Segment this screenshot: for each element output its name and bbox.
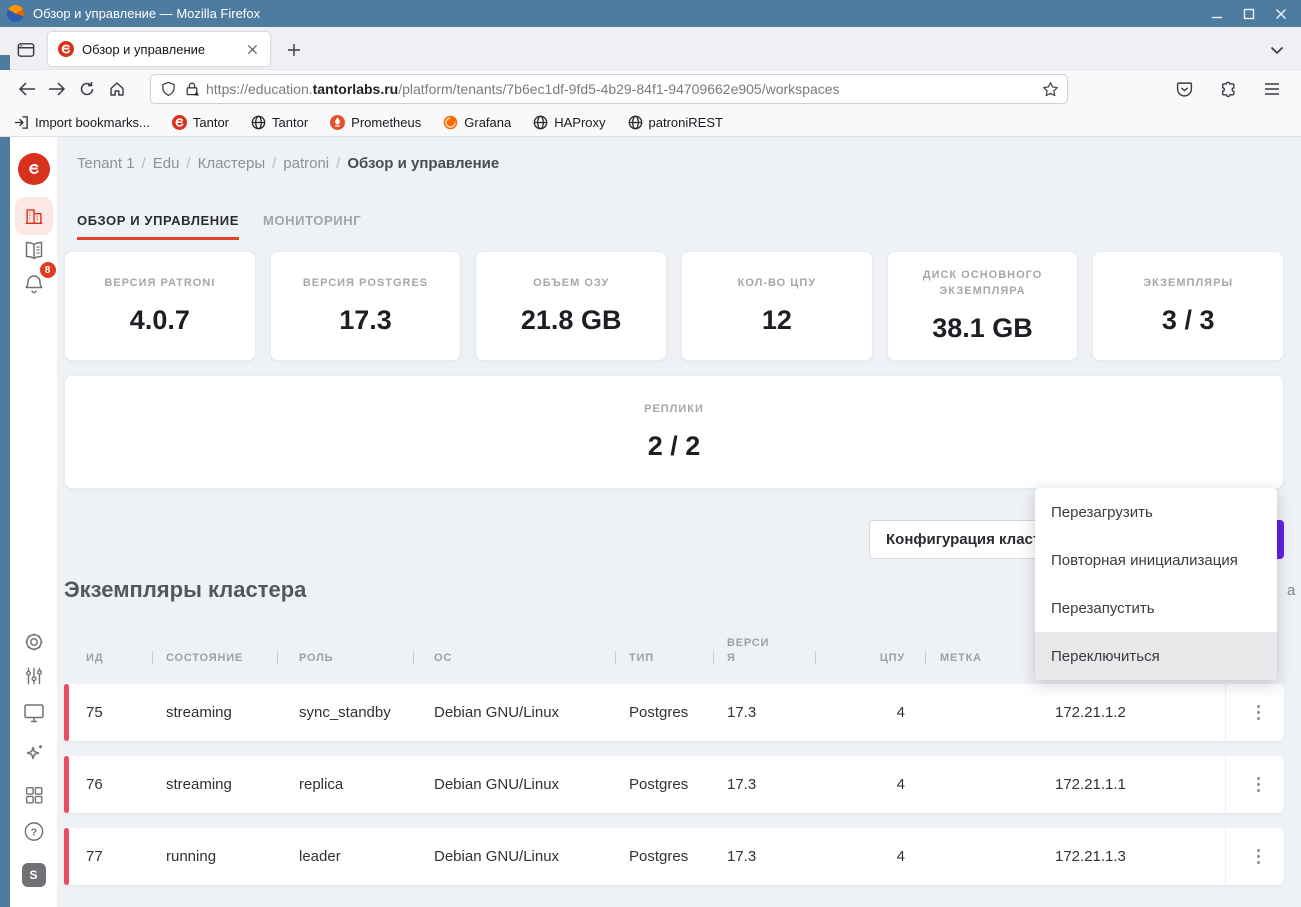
page-tabs: ОБЗОР И УПРАВЛЕНИЕ МОНИТОРИНГ [77,213,361,240]
sidebar-item-docs[interactable] [22,240,46,262]
sparkles-icon [22,741,46,765]
navigation-toolbar: https://education.tantorlabs.ru/platform… [0,70,1301,108]
sidebar-item-notifications[interactable]: 8 [19,269,49,299]
tantor-favicon-icon [58,41,74,57]
menu-item-restart[interactable]: Перезапустить [1035,584,1277,632]
table-row[interactable]: 77 running leader Debian GNU/Linux Postg… [64,828,1284,885]
sidebar-item-infrastructure[interactable] [15,197,53,235]
table-row[interactable]: 76 streaming replica Debian GNU/Linux Po… [64,756,1284,813]
app-sidebar: 8 ? S [10,137,57,907]
help-icon: ? [22,820,45,843]
tab-close-icon[interactable] [242,39,262,59]
forward-icon[interactable] [42,75,72,103]
stat-card-cpu: КОЛ-ВО ЦПУ12 [681,251,873,361]
import-icon [14,115,29,130]
reload-icon[interactable] [72,75,102,103]
breadcrumb-cluster[interactable]: patroni [283,155,329,172]
minimize-button[interactable] [1209,6,1225,22]
url-text: https://education.tantorlabs.ru/platform… [206,81,1042,97]
stat-card-postgres-version: ВЕРСИЯ POSTGRES17.3 [270,251,462,361]
breadcrumb-tenant[interactable]: Tenant 1 [77,155,135,172]
close-button[interactable] [1273,6,1289,22]
row-actions-kebab-icon[interactable] [1247,828,1269,885]
prometheus-icon [330,115,345,130]
bookmark-prometheus[interactable]: Prometheus [330,115,421,130]
sidebar-item-hosts[interactable] [22,702,46,724]
clipped-text-fragment: а [1287,582,1295,599]
bookmark-star-icon[interactable] [1042,81,1059,98]
gear-icon [22,630,46,654]
window-frame-edge [0,55,10,70]
browser-tab[interactable]: Обзор и управление [48,32,270,66]
cluster-actions-menu: Перезагрузить Повторная инициализация Пе… [1035,488,1277,680]
breadcrumb: Tenant 1/ Edu/ Кластеры/ patroni/ Обзор … [77,155,499,172]
sidebar-item-apps[interactable] [23,784,45,806]
stat-card-ram: ОБЪЕМ ОЗУ21.8 GB [475,251,667,361]
lock-icon[interactable] [184,81,200,97]
firefox-logo-icon [7,5,24,22]
sidebar-item-help[interactable]: ? [22,820,45,843]
stat-card-patroni-version: ВЕРСИЯ PATRONI4.0.7 [64,251,256,361]
menu-item-reinit[interactable]: Повторная инициализация [1035,536,1277,584]
tab-monitoring[interactable]: МОНИТОРИНГ [263,213,361,240]
bookmarks-toolbar: Import bookmarks... Tantor Tantor Promet… [0,108,1301,137]
tab-title: Обзор и управление [82,42,242,57]
list-tabs-chevron-icon[interactable] [1264,38,1290,62]
bookmark-tantor[interactable]: Tantor [172,115,229,130]
maximize-button[interactable] [1241,6,1257,22]
monitor-icon [22,702,46,724]
stat-card-replicas: РЕПЛИКИ 2 / 2 [64,375,1284,489]
sliders-icon [23,664,45,688]
menu-item-switchover[interactable]: Переключиться [1035,632,1277,680]
new-tab-button[interactable] [281,37,307,63]
notifications-badge: 8 [40,262,56,278]
globe-icon [533,115,548,130]
window-titlebar: Обзор и управление — Mozilla Firefox [0,0,1301,27]
tab-overview[interactable]: ОБЗОР И УПРАВЛЕНИЕ [77,213,239,240]
bookmark-tantor-2[interactable]: Tantor [251,115,308,130]
grafana-icon [443,115,458,130]
user-avatar[interactable]: S [22,863,46,887]
sidebar-item-ai[interactable] [22,741,46,765]
home-icon[interactable] [102,75,132,103]
bookmark-import[interactable]: Import bookmarks... [14,115,150,130]
pocket-icon[interactable] [1169,75,1199,103]
book-icon [22,240,46,262]
buildings-icon [23,205,45,227]
bookmark-haproxy[interactable]: HAProxy [533,115,605,130]
window-title: Обзор и управление — Mozilla Firefox [33,6,260,21]
url-fade [979,77,1039,103]
grid-icon [23,784,45,806]
menu-item-reload[interactable]: Перезагрузить [1035,488,1277,536]
extensions-icon[interactable] [1213,75,1243,103]
table-row[interactable]: 75 streaming sync_standby Debian GNU/Lin… [64,684,1284,741]
breadcrumb-clusters[interactable]: Кластеры [198,155,266,172]
stat-card-instances: ЭКЗЕМПЛЯРЫ3 / 3 [1092,251,1284,361]
back-icon[interactable] [12,75,42,103]
url-bar[interactable]: https://education.tantorlabs.ru/platform… [150,74,1068,104]
breadcrumb-current: Обзор и управление [347,155,499,172]
firefox-view-icon[interactable] [14,38,38,62]
menu-hamburger-icon[interactable] [1257,75,1287,103]
tantor-icon [172,115,187,130]
breadcrumb-workspace[interactable]: Edu [153,155,180,172]
bookmark-patronirest[interactable]: patroniREST [628,115,723,130]
row-actions-kebab-icon[interactable] [1247,756,1269,813]
shield-icon[interactable] [161,81,176,97]
section-heading: Экземпляры кластера [64,577,306,603]
svg-text:?: ? [30,826,36,838]
sidebar-item-parameters[interactable] [23,664,45,688]
tantor-app-logo[interactable] [18,153,50,185]
stat-card-disk: ДИСК ОСНОВНОГО ЭКЗЕМПЛЯРА38.1 GB [887,251,1079,361]
stat-cards: ВЕРСИЯ PATRONI4.0.7 ВЕРСИЯ POSTGRES17.3 … [64,251,1284,361]
globe-icon [628,115,643,130]
globe-icon [251,115,266,130]
row-actions-kebab-icon[interactable] [1247,684,1269,741]
bookmark-grafana[interactable]: Grafana [443,115,511,130]
sidebar-item-settings[interactable] [22,630,46,654]
